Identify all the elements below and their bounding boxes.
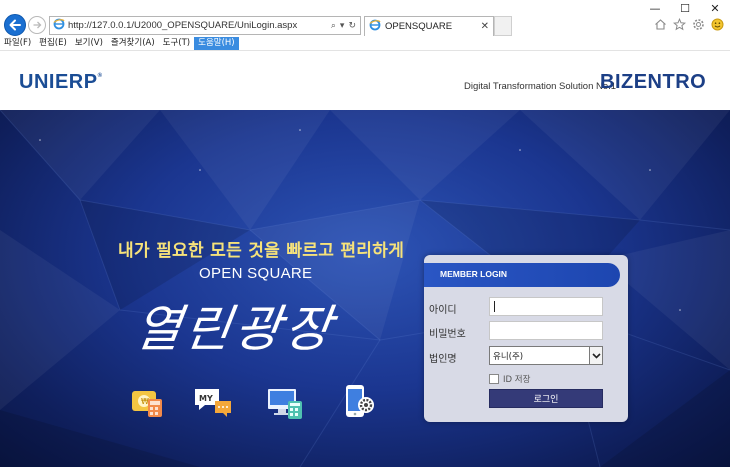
hero-area: 내가 필요한 모든 것을 빠르고 편리하게 OPEN SQUARE 열린광장 ₩… (0, 110, 730, 467)
brand-script-logo: 열린광장 (137, 299, 341, 358)
password-input[interactable] (489, 321, 603, 340)
window-controls: — ☐ ✕ (640, 0, 730, 16)
save-id-option[interactable]: ID 저장 (489, 373, 530, 385)
smiley-feedback-icon[interactable] (710, 17, 724, 31)
browser-chrome: — ☐ ✕ http://127.0.0.1/U2000_OPENSQUARE/… (0, 0, 730, 50)
close-window-button[interactable]: ✕ (700, 0, 730, 16)
id-label: 아이디 (429, 305, 457, 316)
gear-icon[interactable] (691, 17, 705, 31)
arrow-right-icon (33, 21, 42, 29)
favorites-star-icon[interactable] (672, 17, 686, 31)
company-row: 법인명 유니(주) (424, 346, 628, 366)
ie-page-icon (53, 18, 65, 33)
login-header: MEMBER LOGIN (424, 263, 620, 287)
my-menu-chat-icon[interactable]: MY (193, 383, 233, 423)
company-select[interactable]: 유니(주) (489, 346, 603, 365)
browser-tab[interactable]: OPENSQUARE ✕ (364, 16, 494, 36)
arrow-left-icon (9, 19, 21, 31)
text-caret (494, 301, 495, 312)
mobile-settings-icon[interactable] (340, 383, 380, 423)
ie-tab-icon (369, 19, 381, 34)
monitor-calculator-icon[interactable] (266, 383, 306, 423)
menu-tools[interactable]: 도구(T) (159, 37, 194, 50)
save-id-label: ID 저장 (503, 375, 531, 385)
password-label: 비밀번호 (429, 329, 466, 340)
menu-bar: 파일(F) 편집(E) 보기(V) 즐겨찾기(A) 도구(T) 도움말(H) (0, 37, 239, 50)
login-panel: MEMBER LOGIN 아이디 비밀번호 법인명 유니(주) ID 저장 로그… (424, 255, 628, 422)
tab-title: OPENSQUARE (385, 21, 453, 32)
refresh-icon[interactable]: ↻ (348, 21, 356, 31)
login-title: MEMBER LOGIN (440, 269, 508, 279)
minimize-button[interactable]: — (640, 0, 670, 16)
search-icon[interactable]: ⌕ (331, 21, 336, 31)
page-header: UNIERP® Digital Transformation Solution … (0, 50, 730, 110)
maximize-button[interactable]: ☐ (670, 0, 700, 16)
bizentro-logo[interactable]: BIZENTRO (600, 71, 706, 94)
new-tab-button[interactable] (494, 16, 512, 36)
save-id-checkbox[interactable] (489, 374, 499, 384)
url-text[interactable]: http://127.0.0.1/U2000_OPENSQUARE/UniLog… (68, 20, 331, 31)
company-label: 법인명 (429, 354, 457, 365)
product-name: OPEN SQUARE (199, 265, 313, 282)
tagline: Digital Transformation Solution No.1 (464, 81, 617, 92)
hero-slogan: 내가 필요한 모든 것을 빠르고 편리하게 (118, 241, 405, 261)
address-bar[interactable]: http://127.0.0.1/U2000_OPENSQUARE/UniLog… (49, 16, 361, 35)
chevron-down-icon[interactable] (589, 347, 602, 364)
menu-favorites[interactable]: 즐겨찾기(A) (107, 37, 159, 50)
svg-text:열린광장: 열린광장 (137, 299, 341, 358)
back-button[interactable] (4, 14, 26, 36)
home-icon[interactable] (653, 17, 667, 31)
feature-icons: ₩ MY (128, 383, 388, 433)
menu-view[interactable]: 보기(V) (71, 37, 107, 50)
menu-help[interactable]: 도움말(H) (194, 37, 239, 50)
company-selected-value: 유니(주) (493, 351, 524, 362)
svg-text:MY: MY (199, 394, 213, 403)
unierp-logo[interactable]: UNIERP® (19, 71, 103, 94)
menu-file[interactable]: 파일(F) (0, 37, 35, 50)
dropdown-icon[interactable]: ▾ (340, 21, 345, 31)
menu-edit[interactable]: 편집(E) (35, 37, 71, 50)
wallet-calculator-icon[interactable]: ₩ (128, 383, 168, 423)
login-button[interactable]: 로그인 (489, 389, 603, 408)
tab-close-icon[interactable]: ✕ (481, 21, 489, 32)
svg-text:₩: ₩ (141, 397, 149, 406)
password-row: 비밀번호 (424, 321, 628, 341)
forward-button[interactable] (28, 16, 46, 34)
id-input[interactable] (489, 297, 603, 316)
id-row: 아이디 (424, 297, 628, 317)
